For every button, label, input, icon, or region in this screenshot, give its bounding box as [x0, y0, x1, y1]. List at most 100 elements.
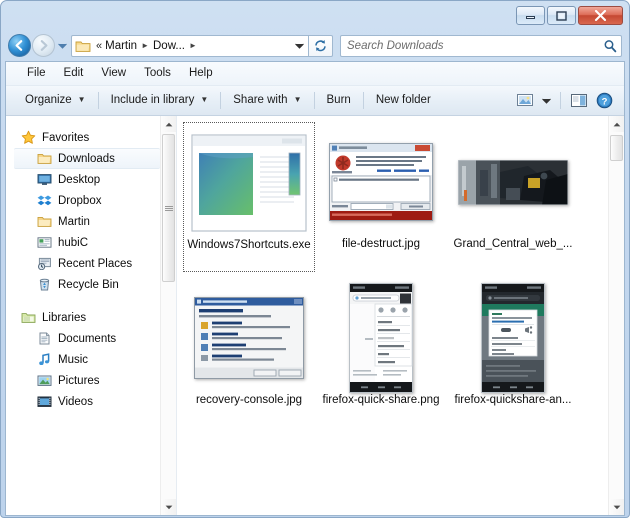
- dropbox-icon: [36, 193, 53, 209]
- sidebar-group-favorites[interactable]: Favorites: [6, 127, 160, 148]
- sidebar-group-label: Favorites: [42, 131, 90, 144]
- breadcrumb-item-martin[interactable]: Martin: [105, 40, 137, 52]
- sidebar-scroll-track[interactable]: [161, 132, 176, 499]
- organize-button[interactable]: Organize ▼: [18, 91, 93, 110]
- phone-light-thumb: [349, 283, 413, 393]
- breadcrumb: « Martin ► Dow... ►: [72, 39, 290, 53]
- file-list-pane[interactable]: Windows7Shortcuts.exe file-destruct.jpg …: [177, 116, 624, 515]
- file-tile[interactable]: firefox-quick-share.png: [315, 278, 447, 428]
- refresh-button[interactable]: [309, 34, 333, 57]
- menu-item-edit[interactable]: Edit: [55, 65, 93, 82]
- videos-icon: [36, 394, 53, 410]
- chevron-down-icon[interactable]: [290, 43, 308, 49]
- file-tile[interactable]: Grand_Central_web_...: [447, 122, 579, 272]
- sidebar-scroll-thumb[interactable]: [162, 134, 175, 282]
- breadcrumb-bar[interactable]: « Martin ► Dow... ►: [71, 34, 309, 57]
- sidebar-item-recent-places[interactable]: Recent Places: [6, 253, 160, 274]
- window-screenshot-thumb: [191, 134, 307, 232]
- forward-button[interactable]: [32, 34, 55, 57]
- thumbnail: [317, 126, 445, 238]
- menu-item-view[interactable]: View: [92, 65, 135, 82]
- sidebar-item-downloads[interactable]: Downloads: [14, 148, 160, 169]
- sidebar-item-desktop[interactable]: Desktop: [6, 169, 160, 190]
- sidebar-item-label: Dropbox: [58, 194, 102, 207]
- scroll-up-icon[interactable]: [161, 116, 176, 132]
- toolbar-separator: [362, 92, 364, 109]
- sidebar-item-documents[interactable]: Documents: [6, 328, 160, 349]
- sidebar-item-pictures[interactable]: Pictures: [6, 370, 160, 391]
- dark-photo-thumb: [458, 159, 568, 205]
- search-input[interactable]: [341, 38, 599, 53]
- sidebar-item-music[interactable]: Music: [6, 349, 160, 370]
- client-area: File Edit View Tools Help Organize ▼ Inc…: [5, 61, 625, 516]
- include-in-library-button[interactable]: Include in library ▼: [104, 91, 216, 110]
- address-bar: « Martin ► Dow... ►: [2, 30, 628, 61]
- file-list-scroll-thumb[interactable]: [610, 135, 623, 161]
- search-box[interactable]: [340, 34, 622, 57]
- sidebar-item-label: Downloads: [58, 152, 115, 165]
- preview-pane-icon[interactable]: [566, 91, 592, 110]
- file-list-scrollbar[interactable]: [608, 116, 624, 515]
- new-folder-button[interactable]: New folder: [369, 91, 438, 110]
- chevron-down-icon: ▼: [200, 95, 209, 104]
- help-icon[interactable]: ?: [592, 90, 617, 111]
- sidebar-item-dropbox[interactable]: Dropbox: [6, 190, 160, 211]
- sidebar-item-hubic[interactable]: hubiC: [6, 232, 160, 253]
- burn-button[interactable]: Burn: [320, 91, 358, 110]
- recent-pages-dropdown[interactable]: [55, 34, 69, 57]
- file-tile[interactable]: firefox-quickshare-an...: [447, 278, 579, 428]
- svg-text:?: ?: [602, 96, 608, 107]
- breadcrumb-separator-icon[interactable]: ►: [137, 41, 153, 50]
- star-icon: [20, 130, 37, 146]
- sidebar-item-recycle-bin[interactable]: Recycle Bin: [6, 274, 160, 295]
- file-list-scroll-track[interactable]: [609, 132, 624, 499]
- scroll-grip-icon: [164, 205, 173, 212]
- sidebar-item-videos[interactable]: Videos: [6, 391, 160, 412]
- menu-bar: File Edit View Tools Help: [6, 62, 624, 86]
- sidebar-scrollbar[interactable]: [160, 116, 176, 515]
- scroll-down-icon[interactable]: [609, 499, 624, 515]
- maximize-button[interactable]: [547, 6, 576, 25]
- sidebar-item-label: Recent Places: [58, 257, 133, 270]
- minimize-button[interactable]: [516, 6, 545, 25]
- file-name-label: firefox-quick-share.png: [322, 394, 440, 406]
- scroll-up-icon[interactable]: [609, 116, 624, 132]
- file-tile[interactable]: Windows7Shortcuts.exe: [183, 122, 315, 272]
- documents-icon: [36, 331, 53, 347]
- file-tile[interactable]: recovery-console.jpg: [183, 278, 315, 428]
- menu-item-file[interactable]: File: [18, 65, 55, 82]
- file-name-label: Windows7Shortcuts.exe: [187, 239, 311, 251]
- file-tile[interactable]: file-destruct.jpg: [315, 122, 447, 272]
- folder-icon: [75, 39, 91, 53]
- title-bar: [2, 2, 628, 30]
- view-dropdown-caret[interactable]: [538, 96, 555, 106]
- share-with-button[interactable]: Share with ▼: [226, 91, 308, 110]
- thumbnail: [317, 282, 445, 394]
- menu-item-tools[interactable]: Tools: [135, 65, 180, 82]
- navigation-list: Favorites Downloads Desktop Dropbox Mart…: [6, 116, 160, 515]
- breadcrumb-overflow[interactable]: «: [93, 40, 105, 52]
- menu-item-help[interactable]: Help: [180, 65, 222, 82]
- explorer-window: « Martin ► Dow... ► Search Downloads Fil…: [0, 0, 630, 518]
- desktop-icon: [36, 172, 53, 188]
- recovery-dialog-thumb: [194, 297, 304, 379]
- chevron-down-icon: ▼: [293, 95, 302, 104]
- breadcrumb-separator-icon[interactable]: ►: [185, 41, 201, 50]
- thumbnail: [449, 126, 577, 238]
- toolbar: Organize ▼ Include in library ▼ Share wi…: [6, 86, 624, 116]
- recent-places-icon: [36, 256, 53, 272]
- file-name-label: firefox-quickshare-an...: [454, 394, 572, 406]
- thumbnail: [449, 282, 577, 394]
- share-with-label: Share with: [233, 94, 288, 106]
- scroll-down-icon[interactable]: [161, 499, 176, 515]
- breadcrumb-item-downloads[interactable]: Dow...: [153, 40, 185, 52]
- close-button[interactable]: [578, 6, 623, 25]
- sidebar-item-label: Pictures: [58, 374, 100, 387]
- view-icon[interactable]: [512, 91, 538, 110]
- back-button[interactable]: [8, 34, 31, 57]
- sidebar-group-libraries[interactable]: Libraries: [6, 307, 160, 328]
- search-icon[interactable]: [599, 39, 621, 53]
- sidebar-item-label: Desktop: [58, 173, 101, 186]
- sidebar-item-martin[interactable]: Martin: [6, 211, 160, 232]
